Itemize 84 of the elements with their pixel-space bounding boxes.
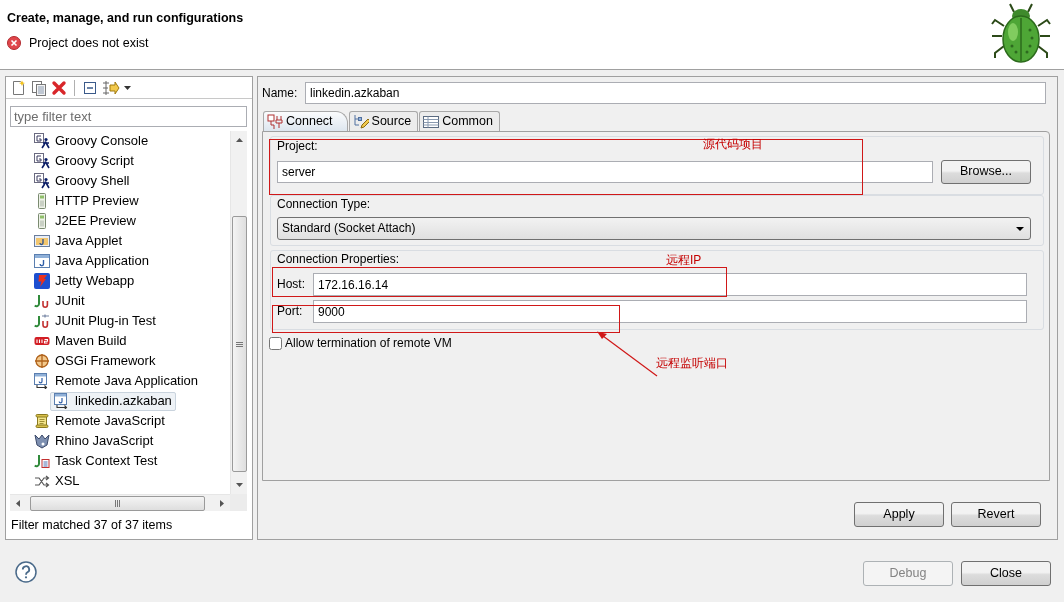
tree-item[interactable]: Groovy Script	[30, 151, 138, 171]
runner-icon	[34, 153, 50, 169]
scroll-right-icon[interactable]	[220, 499, 224, 507]
tree-item[interactable]: Groovy Console	[30, 131, 153, 151]
test-icon	[34, 293, 50, 309]
plug-icon	[267, 113, 283, 130]
scrollbar-thumb[interactable]	[30, 495, 205, 511]
port-field[interactable]: 9000	[313, 300, 1027, 323]
tree-item[interactable]: Rhino JavaScript	[30, 431, 158, 451]
tree-item[interactable]: OSGi Framework	[30, 351, 160, 371]
copy-icon[interactable]	[31, 79, 47, 96]
tab[interactable]: Common	[419, 111, 500, 131]
vertical-scrollbar[interactable]	[230, 131, 247, 494]
collapse-all-icon[interactable]	[82, 79, 98, 96]
runner-icon	[34, 133, 50, 149]
error-icon	[7, 36, 21, 51]
bug-icon	[990, 2, 1052, 66]
tree-item[interactable]: linkedin.azkaban	[50, 391, 176, 411]
connection-type-label: Connection Type:	[277, 197, 371, 211]
close-button[interactable]: Close	[961, 561, 1051, 586]
table-icon	[423, 113, 440, 130]
tree-pencil-icon	[352, 113, 369, 130]
grip-icon	[115, 499, 120, 507]
scroll-icon	[34, 413, 50, 429]
filter-status: Filter matched 37 of 37 items	[11, 518, 173, 532]
tree-item[interactable]: Remote JavaScript	[30, 411, 169, 431]
crosshair-icon	[34, 353, 50, 369]
error-message: Project does not exist	[29, 35, 149, 52]
annotation-label: 源代码项目	[703, 137, 763, 151]
filter-field[interactable]: type filter text	[10, 106, 247, 127]
tree-item[interactable]: Java Application	[30, 251, 153, 271]
tree-item[interactable]: Jetty Webapp	[30, 271, 139, 291]
tab[interactable]: Connect	[263, 111, 348, 131]
scroll-left-icon[interactable]	[16, 499, 20, 507]
tree-item[interactable]: XSL	[30, 471, 84, 491]
project-label: Project:	[277, 139, 318, 153]
shuffle-icon	[34, 473, 50, 489]
help-icon[interactable]	[15, 561, 37, 583]
tree-item[interactable]: Groovy Shell	[30, 171, 134, 191]
name-field[interactable]: linkedin.azkaban	[305, 82, 1046, 104]
allow-termination-checkbox[interactable]	[269, 337, 282, 350]
crown-icon	[34, 433, 50, 449]
name-label: Name:	[262, 85, 299, 101]
runner-icon	[34, 173, 50, 189]
scrollbar-thumb[interactable]	[231, 216, 247, 472]
tree-item[interactable]: HTTP Preview	[30, 191, 143, 211]
horizontal-scrollbar[interactable]	[10, 494, 230, 511]
apply-button[interactable]: Apply	[854, 502, 944, 527]
task-test-icon	[34, 453, 50, 469]
applet-window-icon	[34, 233, 50, 249]
annotation-label: 远程IP	[666, 253, 702, 267]
browse-button[interactable]: Browse...	[941, 160, 1031, 184]
scroll-down-icon[interactable]	[235, 483, 243, 487]
plugin-test-icon	[34, 313, 50, 329]
lightning-tile-icon	[34, 273, 50, 289]
window-icon	[34, 253, 50, 269]
allow-termination-label: Allow termination of remote VM	[285, 336, 452, 351]
dropdown-caret-icon[interactable]	[124, 85, 131, 90]
annotation-arrow	[597, 331, 658, 377]
tree-item[interactable]: Maven Build	[30, 331, 131, 351]
connection-properties-label: Connection Properties:	[277, 252, 400, 266]
delete-icon[interactable]	[51, 79, 67, 96]
tree-item[interactable]: Remote Java Application	[30, 371, 203, 391]
tree-item[interactable]: Task Context Test	[30, 451, 162, 471]
scroll-up-icon[interactable]	[235, 138, 243, 142]
grip-icon	[235, 341, 243, 347]
revert-button[interactable]: Revert	[951, 502, 1041, 527]
host-field[interactable]: 172.16.16.14	[313, 273, 1027, 296]
scrollbar-corner	[230, 494, 247, 511]
tree-item[interactable]: JUnit	[30, 291, 89, 311]
remote-window-icon	[54, 393, 70, 409]
tree-item[interactable]: JUnit Plug-in Test	[30, 311, 160, 331]
remote-window-icon	[34, 373, 50, 389]
new-page-icon[interactable]	[11, 79, 27, 96]
project-field[interactable]: server	[277, 161, 933, 183]
dialog-title: Create, manage, and run configurations	[7, 11, 244, 25]
annotation-label: 远程监听端口	[656, 356, 728, 370]
tab[interactable]: Source	[348, 111, 419, 131]
connection-type-dropdown[interactable]: Standard (Socket Attach)	[277, 217, 1031, 240]
port-label: Port:	[277, 304, 304, 319]
host-label: Host:	[277, 277, 306, 292]
dropdown-caret-icon	[1016, 226, 1024, 231]
tree-item[interactable]: Java Applet	[30, 231, 127, 251]
tree-item[interactable]: J2EE Preview	[30, 211, 140, 231]
